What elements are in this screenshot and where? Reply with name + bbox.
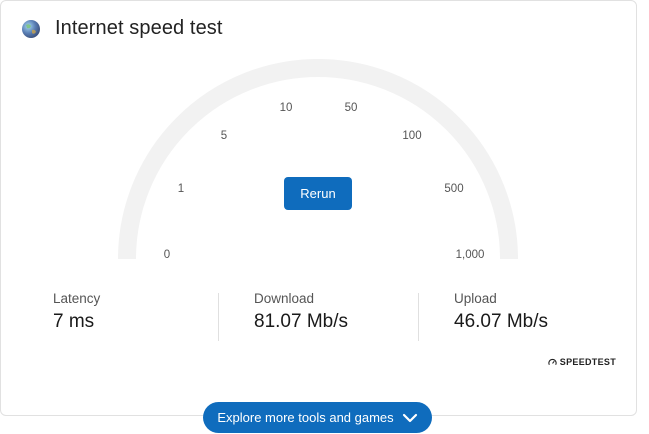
chevron-down-icon xyxy=(402,413,417,422)
gauge-tick-10: 10 xyxy=(279,102,293,114)
stat-upload-value: 46.07 Mb/s xyxy=(454,311,548,332)
gauge-tick-50: 50 xyxy=(344,102,358,114)
speedtest-logo[interactable]: SPEEDTEST xyxy=(548,357,616,367)
gauge-tick-1: 1 xyxy=(177,183,185,195)
gauge-tick-100: 100 xyxy=(402,130,422,142)
speed-gauge: 0 1 5 10 50 100 500 1,000 Rerun xyxy=(1,1,638,301)
stat-download: Download 81.07 Mb/s xyxy=(254,291,348,333)
gauge-tick-5: 5 xyxy=(220,130,228,142)
speedtest-brand-label: SPEEDTEST xyxy=(559,357,616,367)
stats-row: Latency 7 ms Download 81.07 Mb/s Upload … xyxy=(1,291,638,351)
gauge-tick-0: 0 xyxy=(163,249,171,261)
explore-more-label: Explore more tools and games xyxy=(217,410,394,425)
rerun-button[interactable]: Rerun xyxy=(284,177,352,210)
stat-latency-label: Latency xyxy=(53,291,101,306)
stat-upload: Upload 46.07 Mb/s xyxy=(454,291,548,333)
stat-divider xyxy=(218,293,219,341)
speed-test-card: Internet speed test 0 1 5 10 50 100 500 … xyxy=(0,0,637,416)
stat-download-label: Download xyxy=(254,291,315,306)
gauge-arc xyxy=(118,59,518,260)
stat-latency-value: 7 ms xyxy=(53,311,95,332)
stat-download-value: 81.07 Mb/s xyxy=(254,311,348,332)
gauge-tick-1000: 1,000 xyxy=(455,249,485,261)
explore-more-button[interactable]: Explore more tools and games xyxy=(203,402,432,433)
speedometer-icon xyxy=(548,358,557,365)
gauge-tick-500: 500 xyxy=(444,183,464,195)
stat-latency: Latency 7 ms xyxy=(53,291,100,333)
stat-upload-label: Upload xyxy=(454,291,497,306)
stat-divider xyxy=(418,293,419,341)
